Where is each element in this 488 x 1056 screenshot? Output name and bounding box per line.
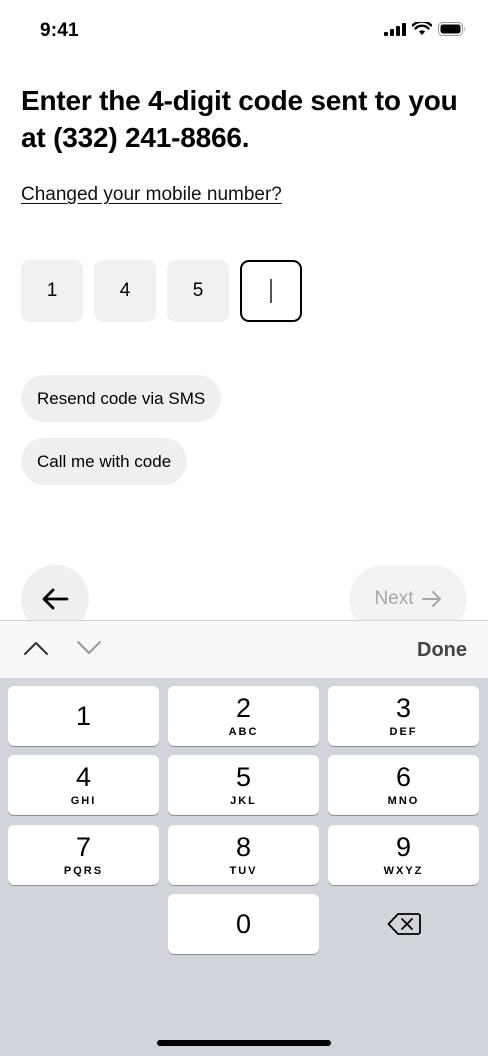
chevron-down-icon[interactable] (76, 639, 102, 657)
wifi-icon (412, 22, 432, 35)
chevron-up-icon[interactable] (23, 639, 49, 657)
status-time: 9:41 (40, 20, 79, 41)
key-letters: GHI (70, 795, 97, 807)
key-digit: 3 (395, 693, 412, 723)
key-3[interactable]: 3 DEF (328, 686, 479, 746)
code-digit-3[interactable]: 5 (167, 260, 229, 322)
done-button[interactable]: Done (417, 639, 467, 662)
status-bar: 9:41 (0, 0, 488, 60)
arrow-right-icon (421, 591, 441, 607)
code-digit-1[interactable]: 1 (21, 260, 83, 322)
key-0[interactable]: 0 (168, 894, 319, 954)
key-digit: 0 (235, 909, 252, 939)
resend-sms-button[interactable]: Resend code via SMS (21, 375, 222, 422)
key-8[interactable]: 8 TUV (168, 825, 319, 885)
key-digit: 1 (75, 701, 92, 731)
key-7[interactable]: 7 PQRS (8, 825, 159, 885)
text-caret (270, 279, 272, 303)
delete-key[interactable] (328, 894, 479, 954)
changed-number-link[interactable]: Changed your mobile number? (21, 184, 282, 206)
key-1[interactable]: 1 (8, 686, 159, 746)
key-digit: 7 (75, 832, 92, 862)
code-digit-4[interactable] (240, 260, 302, 322)
key-9[interactable]: 9 WXYZ (328, 825, 479, 885)
key-letters: ABC (228, 726, 259, 738)
battery-icon (438, 22, 465, 36)
arrow-left-icon (42, 588, 69, 610)
key-letters: TUV (229, 865, 258, 877)
key-letters: WXYZ (383, 865, 424, 877)
key-digit: 4 (75, 762, 92, 792)
page-title: Enter the 4-digit code sent to you at (3… (21, 85, 458, 153)
key-letters: DEF (389, 726, 418, 738)
key-letters: MNO (387, 795, 420, 807)
key-digit: 5 (235, 762, 252, 792)
keyboard-accessory-bar: Done (0, 620, 488, 678)
key-letters: PQRS (63, 865, 104, 877)
key-2[interactable]: 2 ABC (168, 686, 319, 746)
key-letters: JKL (230, 795, 257, 807)
numeric-keypad: 1 2 ABC 3 DEF 4 GHI 5 JKL 6 MNO 7 PQRS 8… (0, 678, 488, 1056)
key-6[interactable]: 6 MNO (328, 755, 479, 815)
call-me-button[interactable]: Call me with code (21, 438, 188, 485)
code-digit-2[interactable]: 4 (94, 260, 156, 322)
code-input-row: 1 4 5 (21, 260, 302, 322)
key-digit: 8 (235, 832, 252, 862)
cellular-signal-icon (384, 22, 406, 36)
key-4[interactable]: 4 GHI (8, 755, 159, 815)
home-indicator (157, 1040, 331, 1046)
next-button-label: Next (374, 588, 414, 609)
key-digit: 9 (395, 832, 412, 862)
backspace-icon (387, 913, 421, 935)
key-digit: 6 (395, 762, 412, 792)
key-digit: 2 (235, 693, 252, 723)
key-5[interactable]: 5 JKL (168, 755, 319, 815)
status-icons (384, 22, 466, 36)
